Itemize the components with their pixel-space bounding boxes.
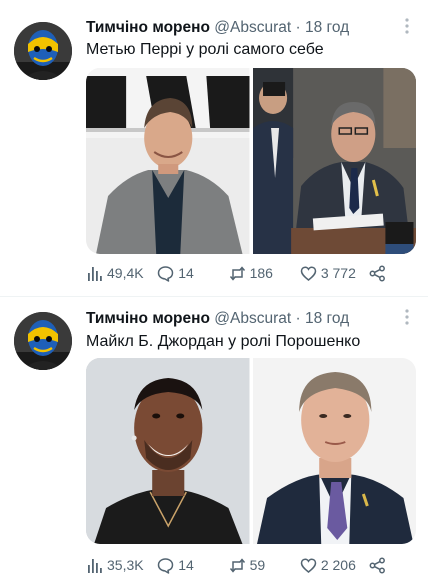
bar-chart-icon	[88, 266, 102, 281]
tweet-text: Майкл Б. Джордан у ролі Порошенко	[86, 333, 361, 350]
like-count: 2 206	[320, 557, 356, 573]
like-count: 3 772	[320, 265, 356, 281]
retweet-button[interactable]: 186	[229, 265, 294, 282]
share-nodes-icon	[369, 265, 385, 281]
vertical-dots-icon[interactable]	[404, 307, 410, 327]
tweet-actions: 35,3K 14 59 2 206	[86, 554, 386, 576]
retweet-count: 186	[249, 265, 273, 281]
man-in-gray-blazer-photo	[86, 68, 250, 254]
tweet[interactable]: Тимчіно морено @Abscurat · 18 год Метью …	[0, 0, 428, 294]
avatar[interactable]	[14, 312, 72, 370]
user-handle[interactable]: @Abscurat	[214, 310, 291, 327]
avatar[interactable]	[14, 22, 72, 80]
separator-dot: ·	[295, 19, 301, 36]
photo-right[interactable]	[252, 358, 416, 544]
heart-icon	[300, 557, 317, 573]
reply-count: 14	[178, 265, 194, 281]
reply-button[interactable]: 14	[157, 557, 210, 574]
separator-dot: ·	[295, 310, 301, 327]
reply-count: 14	[178, 557, 194, 573]
share-nodes-icon	[369, 557, 385, 573]
tweet-actions: 49,4K 14 186 3 772	[86, 262, 386, 284]
media-grid	[86, 68, 416, 254]
tweet-text: Метью Перрі у ролі самого себе	[86, 41, 324, 58]
man-at-un-desk-photo	[252, 68, 416, 254]
views-value: 35,3K	[107, 557, 144, 573]
photo-left[interactable]	[86, 358, 250, 544]
display-name[interactable]: Тимчіно морено	[86, 310, 210, 327]
heart-icon	[300, 265, 317, 281]
speech-bubble-icon	[158, 265, 174, 282]
views-value: 49,4K	[107, 265, 144, 281]
vertical-dots-icon[interactable]	[404, 16, 410, 36]
media-grid	[86, 358, 416, 544]
man-in-suit-photo	[252, 358, 416, 544]
avatar-image	[14, 22, 72, 80]
views-count[interactable]: 49,4K	[86, 265, 149, 282]
display-name[interactable]: Тимчіно морено	[86, 19, 210, 36]
share-button[interactable]	[369, 557, 386, 574]
tweet-header: Тимчіно морено @Abscurat · 18 год	[86, 18, 349, 38]
retweet-arrows-icon	[229, 265, 245, 281]
retweet-count: 59	[249, 557, 266, 573]
avatar-image	[14, 312, 72, 370]
photo-left[interactable]	[86, 68, 250, 254]
smiling-man-photo	[86, 358, 250, 544]
share-button[interactable]	[369, 265, 386, 282]
timestamp[interactable]: 18 год	[305, 310, 349, 327]
like-button[interactable]: 2 206	[300, 557, 369, 574]
reply-button[interactable]: 14	[157, 265, 210, 282]
like-button[interactable]: 3 772	[300, 265, 369, 282]
retweet-arrows-icon	[229, 557, 245, 573]
tweet[interactable]: Тимчіно морено @Abscurat · 18 год Майкл …	[0, 300, 428, 588]
speech-bubble-icon	[158, 557, 174, 574]
retweet-button[interactable]: 59	[229, 557, 294, 574]
timestamp[interactable]: 18 год	[305, 19, 349, 36]
views-count[interactable]: 35,3K	[86, 557, 149, 574]
tweet-header: Тимчіно морено @Abscurat · 18 год	[86, 309, 349, 329]
user-handle[interactable]: @Abscurat	[214, 19, 291, 36]
tweet-divider	[0, 296, 428, 297]
photo-right[interactable]	[252, 68, 416, 254]
bar-chart-icon	[88, 558, 102, 573]
